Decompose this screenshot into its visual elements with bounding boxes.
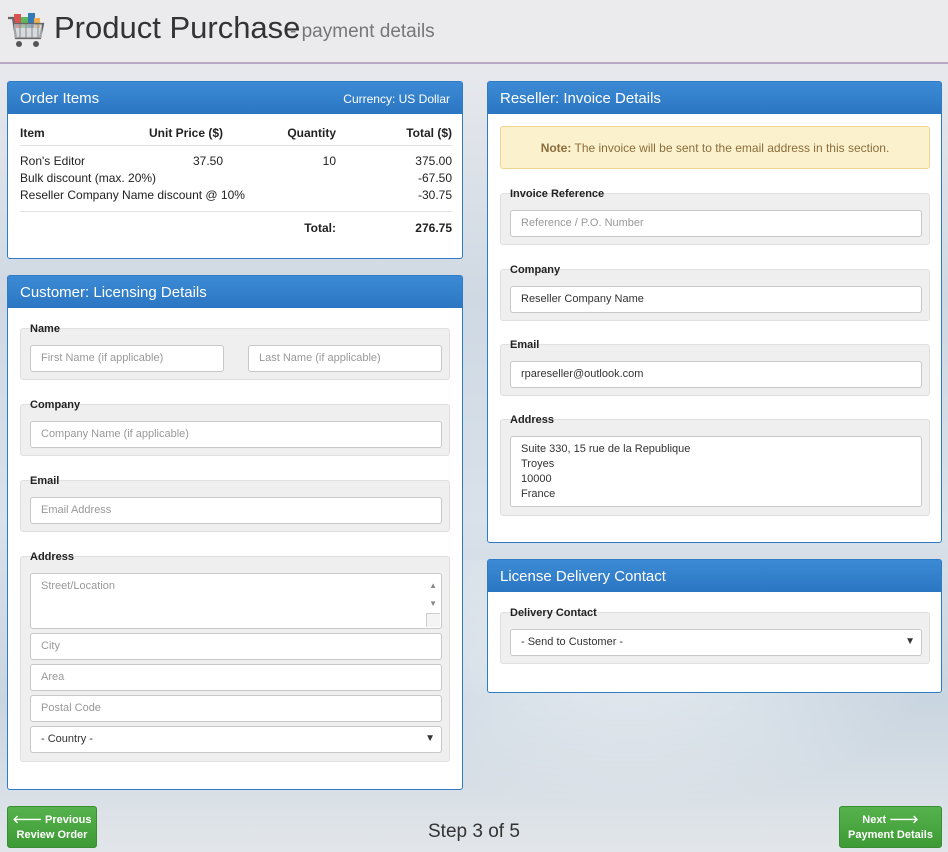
- last-name-field[interactable]: Last Name (if applicable): [248, 345, 442, 372]
- order-items-title: Order Items: [20, 90, 100, 107]
- reseller-email-legend: Email: [510, 339, 540, 351]
- next-sublabel: Payment Details: [848, 829, 933, 841]
- email-legend: Email: [30, 475, 60, 487]
- invoice-reference-fieldset: Invoice Reference Reference / P.O. Numbe…: [500, 188, 930, 245]
- delivery-contact-legend: Delivery Contact: [510, 607, 597, 619]
- company-legend: Company: [30, 399, 81, 411]
- country-select[interactable]: - Country - ▼: [30, 726, 442, 753]
- area-field[interactable]: Area: [30, 664, 442, 691]
- reseller-company-legend: Company: [510, 264, 561, 276]
- col-unit-price-header: Unit Price ($): [148, 126, 223, 140]
- note-label: Note:: [540, 141, 572, 155]
- address-fieldset: Address Street/Location ▲ ▼ City Area Po…: [20, 551, 450, 762]
- address-legend: Address: [30, 551, 75, 563]
- street-placeholder: Street/Location: [41, 580, 115, 592]
- reseller-company-fieldset: Company Reseller Company Name: [500, 264, 930, 321]
- customer-licensing-title: Customer: Licensing Details: [20, 284, 207, 301]
- scroll-down-icon[interactable]: ▼: [429, 596, 437, 611]
- row-total: -30.75: [417, 188, 452, 202]
- page-subtitle: - payment details: [290, 21, 435, 42]
- table-header-row: Item Unit Price ($) Quantity Total ($): [20, 126, 452, 143]
- reseller-address-fieldset: Address Suite 330, 15 rue de la Republiq…: [500, 414, 930, 516]
- street-textarea[interactable]: Street/Location ▲ ▼: [30, 573, 442, 629]
- reseller-invoice-title: Reseller: Invoice Details: [500, 90, 661, 107]
- note-text: The invoice will be sent to the email ad…: [574, 141, 890, 155]
- currency-label: Currency: US Dollar: [343, 92, 450, 106]
- row-total: -67.50: [417, 171, 452, 185]
- col-item-header: Item: [20, 126, 45, 140]
- delivery-contact-fieldset: Delivery Contact - Send to Customer - ▼: [500, 607, 930, 664]
- page-title: Product Purchase: [54, 10, 301, 45]
- row-item: Ron's Editor: [20, 154, 85, 168]
- order-items-header: Order Items Currency: US Dollar: [8, 82, 462, 114]
- row-total: 375.00: [415, 154, 452, 168]
- address-line: 10000: [521, 473, 552, 485]
- table-row: Bulk discount (max. 20%) -67.50: [20, 171, 452, 188]
- license-delivery-header: License Delivery Contact: [488, 560, 941, 592]
- chevron-down-icon: ▼: [425, 733, 435, 744]
- page-header: Product Purchase - payment details: [0, 0, 948, 64]
- first-name-field[interactable]: First Name (if applicable): [30, 345, 224, 372]
- divider: [20, 145, 452, 146]
- address-line: Suite 330, 15 rue de la Republique: [521, 443, 691, 455]
- address-line: France: [521, 488, 556, 500]
- row-item: Bulk discount (max. 20%): [20, 171, 157, 185]
- reseller-email-field[interactable]: rpareseller@outlook.com: [510, 361, 922, 388]
- col-total-header: Total ($): [406, 126, 452, 140]
- table-row: Reseller Company Name discount @ 10% -30…: [20, 188, 452, 205]
- previous-sublabel: Review Order: [16, 829, 88, 841]
- previous-button[interactable]: 🡐 Previous Review Order: [7, 806, 97, 848]
- shopping-cart-icon: [8, 13, 45, 47]
- reseller-invoice-header: Reseller: Invoice Details: [488, 82, 941, 114]
- row-quantity: 10: [322, 154, 336, 168]
- reseller-address-textarea[interactable]: Suite 330, 15 rue de la Republique Troye…: [510, 436, 922, 507]
- total-label: Total:: [304, 221, 336, 235]
- country-select-value: - Country -: [41, 733, 93, 745]
- invoice-reference-field[interactable]: Reference / P.O. Number: [510, 210, 922, 237]
- col-quantity-header: Quantity: [287, 126, 336, 140]
- next-button[interactable]: Next 🡒 Payment Details: [839, 806, 942, 848]
- reseller-company-field[interactable]: Reseller Company Name: [510, 286, 922, 313]
- city-field[interactable]: City: [30, 633, 442, 660]
- invoice-reference-legend: Invoice Reference: [510, 188, 605, 200]
- order-items-table: Item Unit Price ($) Quantity Total ($) R…: [20, 126, 452, 238]
- license-delivery-panel: License Delivery Contact Delivery Contac…: [487, 559, 942, 693]
- arrow-left-icon: 🡐: [12, 814, 42, 826]
- table-row: Ron's Editor 37.50 10 375.00: [20, 154, 452, 171]
- table-total-row: Total: 276.75: [20, 221, 452, 238]
- row-unit-price: 37.50: [192, 154, 223, 168]
- resize-grip-icon[interactable]: [426, 613, 440, 627]
- total-value: 276.75: [415, 221, 452, 235]
- row-item: Reseller Company Name discount @ 10%: [20, 188, 245, 202]
- email-fieldset: Email Email Address: [20, 475, 450, 532]
- divider: [20, 211, 452, 212]
- step-indicator: Step 3 of 5: [428, 821, 520, 842]
- delivery-contact-value: - Send to Customer -: [521, 636, 624, 648]
- customer-licensing-header: Customer: Licensing Details: [8, 276, 462, 308]
- name-legend: Name: [30, 323, 60, 335]
- arrow-right-icon: 🡒: [889, 814, 919, 826]
- address-line: Troyes: [521, 458, 555, 470]
- company-fieldset: Company Company Name (if applicable): [20, 399, 450, 456]
- customer-licensing-panel: Customer: Licensing Details Name First N…: [7, 275, 463, 790]
- reseller-email-fieldset: Email rpareseller@outlook.com: [500, 339, 930, 396]
- reseller-address-legend: Address: [510, 414, 555, 426]
- scroll-up-icon[interactable]: ▲: [429, 578, 437, 593]
- email-field[interactable]: Email Address: [30, 497, 442, 524]
- next-label: Next: [862, 814, 887, 826]
- previous-label: Previous: [45, 814, 92, 826]
- delivery-contact-select[interactable]: - Send to Customer - ▼: [510, 629, 922, 656]
- postal-code-field[interactable]: Postal Code: [30, 695, 442, 722]
- license-delivery-title: License Delivery Contact: [500, 568, 666, 585]
- invoice-note: Note: The invoice will be sent to the em…: [500, 126, 930, 169]
- chevron-down-icon: ▼: [905, 636, 915, 647]
- name-fieldset: Name First Name (if applicable) Last Nam…: [20, 323, 450, 380]
- company-field[interactable]: Company Name (if applicable): [30, 421, 442, 448]
- order-items-panel: Order Items Currency: US Dollar Item Uni…: [7, 81, 463, 259]
- reseller-invoice-panel: Reseller: Invoice Details Note: The invo…: [487, 81, 942, 543]
